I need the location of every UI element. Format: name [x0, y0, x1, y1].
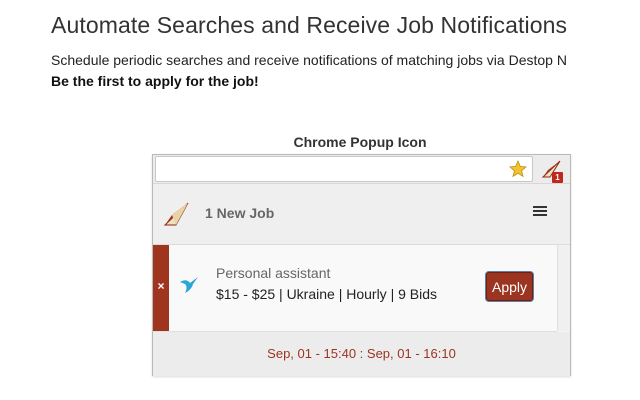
scrollbar[interactable] — [557, 245, 570, 331]
address-bar[interactable] — [155, 156, 533, 182]
star-icon[interactable] — [509, 160, 527, 178]
bird-icon — [180, 277, 198, 293]
job-details: $15 - $25 | Ukraine | Hourly | 9 Bids — [216, 286, 438, 302]
extension-icon[interactable]: 1 — [540, 159, 566, 183]
job-title[interactable]: Personal assistant — [216, 265, 330, 281]
new-job-count: 1 New Job — [205, 205, 275, 221]
job-card: × Personal assistant $15 - $25 | Ukraine… — [153, 245, 557, 332]
apply-button[interactable]: Apply — [486, 272, 533, 301]
popup-header: 1 New Job — [153, 184, 570, 245]
popup-panel: 1 New Job × Personal assistant $15 - $25… — [153, 183, 570, 376]
logo-icon — [163, 202, 189, 226]
extension-badge: 1 — [552, 172, 563, 183]
popup-caption: Chrome Popup Icon — [293, 134, 427, 150]
page-description: Schedule periodic searches and receive n… — [51, 52, 567, 68]
time-range: Sep, 01 - 15:40 : Sep, 01 - 16:10 — [153, 332, 570, 376]
chrome-popup-frame: 1 1 New Job × Personal assistant $15 - $… — [152, 154, 571, 376]
page-tagline: Be the first to apply for the job! — [51, 73, 259, 89]
page-title: Automate Searches and Receive Job Notifi… — [51, 12, 568, 38]
menu-icon[interactable] — [533, 206, 547, 218]
dismiss-button[interactable]: × — [153, 245, 169, 331]
